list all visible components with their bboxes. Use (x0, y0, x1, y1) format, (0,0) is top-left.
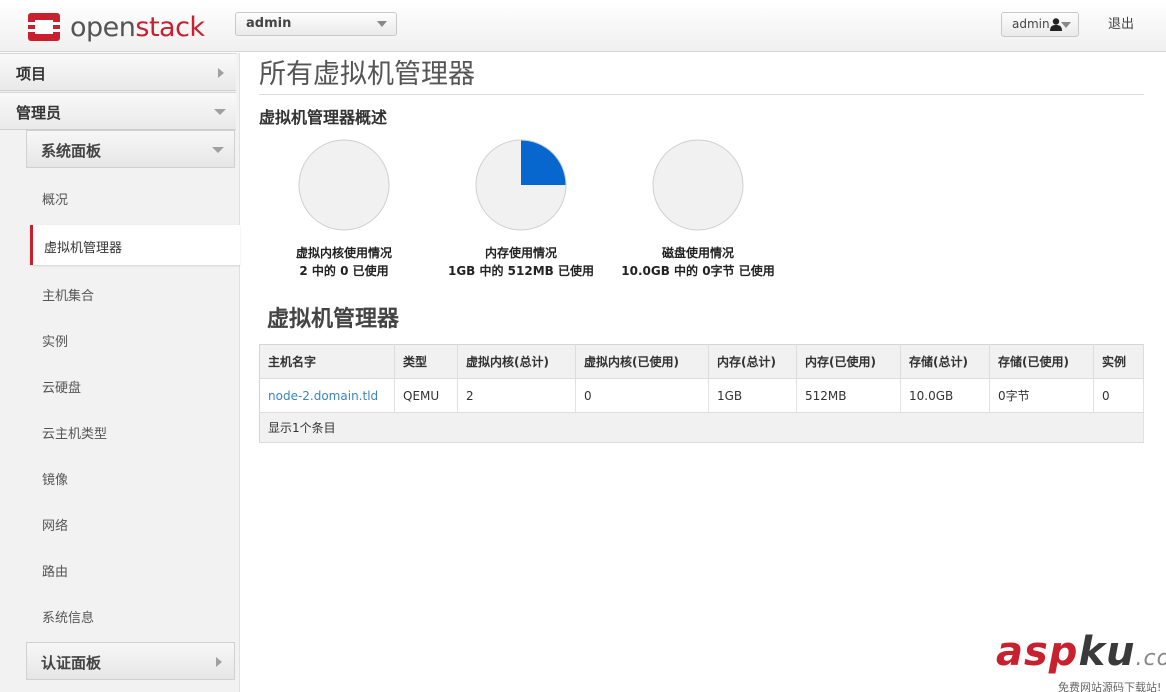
sidebar-item-label: 系统信息 (42, 611, 95, 626)
watermark-main: aspku.com (996, 629, 1166, 675)
chevron-down-icon (212, 147, 224, 153)
table-cell-hostname: node-2.domain.tld (259, 378, 395, 413)
pie-disk-graphic (652, 139, 744, 231)
hypervisor-host-link[interactable]: node-2.domain.tld (268, 389, 378, 403)
sidebar-item-label: 网络 (42, 519, 69, 534)
sidebar-item-label: 镜像 (42, 473, 69, 488)
divider (259, 94, 1144, 95)
panel-system-label: 系统面板 (41, 142, 102, 160)
chevron-down-icon (377, 21, 387, 27)
pie-chart-disk: 磁盘使用情况 10.0GB 中的 0字节 已使用 (603, 138, 793, 280)
chevron-down-icon (214, 109, 226, 115)
table-cell: 0字节 (989, 378, 1094, 413)
chevron-down-icon (1061, 22, 1071, 28)
pie-title: 内存使用情况 (484, 246, 557, 260)
pie-chart-vcpu: 虚拟内核使用情况 2 中的 0 已使用 (249, 138, 439, 280)
sidebar-item-label: 云主机类型 (42, 427, 108, 442)
table-cell: 0 (575, 378, 709, 413)
pie-chart-memory: 内存使用情况 1GB 中的 512MB 已使用 (426, 138, 616, 280)
column-header[interactable]: 主机名字 (259, 344, 395, 379)
sidebar-item-label: 虚拟机管理器 (44, 241, 123, 256)
sidebar-item-system-info[interactable]: 系统信息 (30, 595, 236, 635)
table-footer-row: 显示1个条目 (259, 412, 1144, 443)
pie-subtitle: 1GB 中的 512MB 已使用 (447, 264, 595, 278)
panel-identity-label: 认证面板 (41, 654, 102, 672)
logo-text: openstack (70, 11, 205, 43)
watermark-logo: aspku.com 免费网站源码下载站! (996, 629, 1166, 692)
dashboard-project[interactable]: 项目 (0, 53, 236, 91)
table-row: node-2.domain.tld QEMU 2 0 1GB 512MB 10.… (259, 378, 1144, 413)
column-header[interactable]: 虚拟内核(总计) (457, 344, 576, 379)
project-selector[interactable]: admin (235, 12, 397, 36)
pie-free-slice (298, 139, 390, 231)
overview-title: 虚拟机管理器概述 (259, 108, 388, 127)
sidebar-item-images[interactable]: 镜像 (30, 457, 236, 497)
pie-vcpu-graphic (298, 139, 390, 231)
column-header[interactable]: 存储(总计) (900, 344, 990, 379)
pie-title: 磁盘使用情况 (661, 246, 734, 260)
hypervisors-table: 主机名字 类型 虚拟内核(总计) 虚拟内核(已使用) 内存(总计) 内存(已使用… (259, 344, 1144, 443)
sidebar-item-routers[interactable]: 路由 (30, 549, 236, 589)
sidebar-item-host-aggregates[interactable]: 主机集合 (30, 273, 236, 313)
top-bar: openstack admin admin 退出 (0, 0, 1166, 52)
sidebar-item-label: 路由 (42, 565, 69, 580)
sidebar-item-flavors[interactable]: 云主机类型 (30, 411, 236, 451)
pie-used-slice (521, 140, 566, 185)
sidebar-item-networks[interactable]: 网络 (30, 503, 236, 543)
openstack-logo-icon (28, 13, 60, 41)
table-cell: 10.0GB (900, 378, 990, 413)
sidebar-item-label: 概况 (42, 193, 69, 208)
project-selector-label: admin (246, 16, 292, 31)
sidebar-item-instances[interactable]: 实例 (30, 319, 236, 359)
column-header[interactable]: 虚拟内核(已使用) (575, 344, 709, 379)
sidebar-item-label: 实例 (42, 335, 69, 350)
sidebar-item-label: 主机集合 (42, 289, 95, 304)
column-header[interactable]: 内存(总计) (708, 344, 797, 379)
dashboard-admin[interactable]: 管理员 (0, 92, 236, 130)
dashboard-admin-label: 管理员 (16, 104, 62, 122)
sidebar: 项目 管理员 系统面板 概况 虚拟机管理器 主机集合 实例 云硬盘 云主机类型 … (0, 53, 240, 692)
table-cell: 2 (457, 378, 576, 413)
pie-memory-graphic (475, 139, 567, 231)
column-header[interactable]: 实例 (1093, 344, 1144, 379)
column-header[interactable]: 存储(已使用) (989, 344, 1094, 379)
panel-identity[interactable]: 认证面板 (26, 642, 235, 680)
table-cell: 1GB (708, 378, 797, 413)
column-header[interactable]: 类型 (394, 344, 458, 379)
user-menu-button[interactable]: admin (1001, 12, 1079, 37)
dashboard-project-label: 项目 (16, 65, 47, 83)
user-menu-label: admin (1012, 17, 1050, 31)
sidebar-item-volumes[interactable]: 云硬盘 (30, 365, 236, 405)
table-cell: 0 (1093, 378, 1144, 413)
table-cell: 512MB (796, 378, 901, 413)
sidebar-item-hypervisors[interactable]: 虚拟机管理器 (30, 225, 240, 265)
sidebar-item-label: 云硬盘 (42, 381, 82, 396)
pie-title: 虚拟内核使用情况 (295, 246, 392, 260)
chevron-right-icon (218, 68, 224, 78)
watermark-subtext: 免费网站源码下载站! (1058, 681, 1162, 692)
table-cell: QEMU (394, 378, 458, 413)
panel-system[interactable]: 系统面板 (26, 130, 235, 168)
logout-link[interactable]: 退出 (1108, 13, 1134, 32)
column-header[interactable]: 内存(已使用) (796, 344, 901, 379)
page-title: 所有虚拟机管理器 (259, 59, 475, 90)
pie-subtitle: 2 中的 0 已使用 (299, 264, 389, 278)
openstack-logo[interactable]: openstack (26, 10, 205, 44)
table-header-row: 主机名字 类型 虚拟内核(总计) 虚拟内核(已使用) 内存(总计) 内存(已使用… (259, 344, 1144, 379)
table-title: 虚拟机管理器 (267, 307, 400, 332)
table-footer-count: 显示1个条目 (259, 412, 1144, 443)
pie-subtitle: 10.0GB 中的 0字节 已使用 (621, 264, 775, 278)
chevron-right-icon (216, 657, 222, 667)
pie-free-slice (652, 139, 744, 231)
sidebar-item-overview[interactable]: 概况 (30, 177, 236, 217)
